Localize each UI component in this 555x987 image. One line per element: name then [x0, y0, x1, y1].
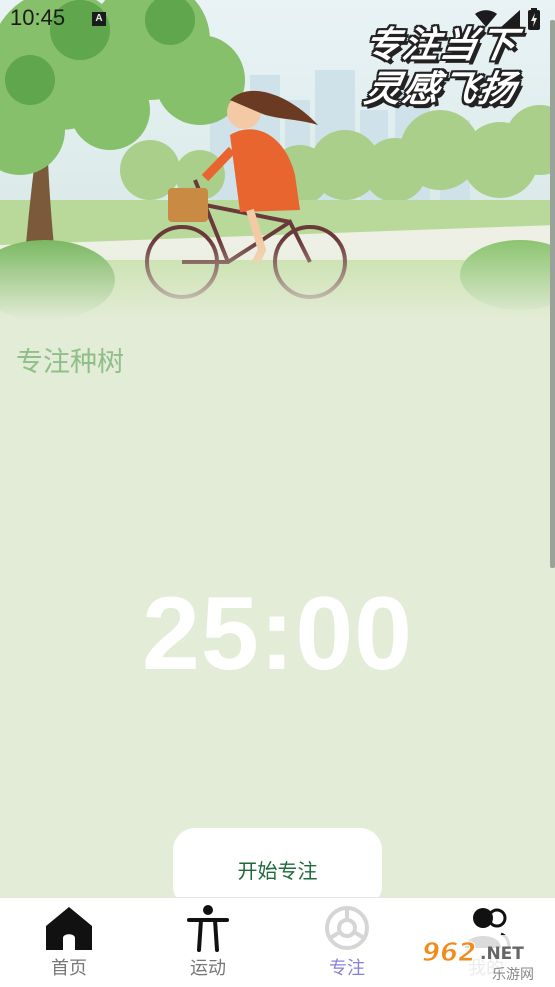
svg-text:乐游网: 乐游网	[492, 967, 534, 983]
wifi-icon	[475, 10, 497, 27]
tab-home[interactable]: 首页	[0, 898, 138, 987]
slogan-line-2: 灵感飞扬	[361, 69, 521, 110]
exercise-icon	[187, 905, 229, 952]
battery-icon	[528, 8, 540, 30]
site-watermark-logo: 962 .NET 乐游网	[418, 935, 552, 983]
tab-exercise-label: 运动	[190, 958, 226, 979]
section-title: 专注种树	[16, 347, 124, 378]
tab-home-label: 首页	[51, 958, 87, 979]
start-focus-button[interactable]: 开始专注	[173, 828, 382, 908]
a-icon: A	[92, 12, 106, 26]
tab-focus[interactable]: 专注	[278, 898, 416, 987]
tab-focus-label: 专注	[329, 958, 365, 979]
focus-timer: 25:00	[142, 576, 413, 692]
home-icon	[46, 907, 92, 950]
svg-text:.NET: .NET	[480, 944, 524, 964]
status-bar: 10:45 A	[0, 0, 555, 38]
focus-icon	[325, 906, 369, 950]
tab-exercise[interactable]: 运动	[139, 898, 277, 987]
svg-text:962: 962	[422, 938, 476, 968]
scrollbar-thumb[interactable]	[550, 20, 555, 568]
signal-icon	[500, 10, 520, 28]
status-time: 10:45	[10, 5, 66, 30]
